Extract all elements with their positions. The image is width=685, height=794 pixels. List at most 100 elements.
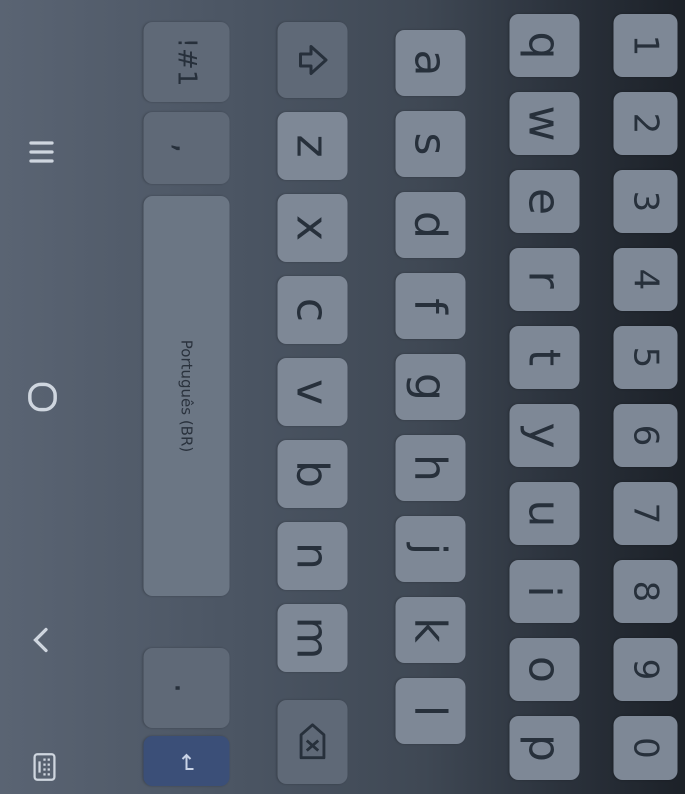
enter-icon	[174, 749, 198, 773]
letter-row-3: z x c v b n m	[277, 0, 347, 794]
key-l[interactable]: l	[395, 678, 465, 744]
key-u[interactable]: u	[509, 482, 579, 545]
key-label: e	[518, 187, 570, 216]
key-label: y	[518, 422, 570, 449]
backspace-icon	[297, 722, 327, 762]
key-0[interactable]: 0	[613, 716, 677, 780]
key-label: r	[518, 270, 570, 289]
key-label: z	[286, 134, 338, 158]
key-label: n	[286, 542, 338, 570]
key-label: 0	[625, 737, 665, 759]
key-label: 6	[625, 424, 665, 447]
key-d[interactable]: d	[395, 192, 465, 258]
key-b[interactable]: b	[277, 440, 347, 508]
key-h[interactable]: h	[395, 435, 465, 501]
letter-row-2: a s d f g h j k l	[395, 0, 465, 794]
key-label: w	[518, 105, 570, 142]
key-r[interactable]: r	[509, 248, 579, 311]
key-label: s	[404, 132, 456, 156]
key-k[interactable]: k	[395, 597, 465, 663]
key-t[interactable]: t	[509, 326, 579, 389]
chevron-down-icon	[23, 622, 59, 658]
key-label: f	[404, 298, 456, 314]
key-g[interactable]: g	[395, 354, 465, 420]
recent-apps-icon	[23, 134, 59, 170]
key-2[interactable]: 2	[613, 92, 677, 155]
backspace-key[interactable]	[277, 700, 347, 784]
number-row: 1 2 3 4 5 6 7 8 9 0	[613, 0, 677, 794]
spacebar[interactable]: Português (BR)	[143, 196, 229, 596]
keyboard-switch-button[interactable]	[21, 744, 67, 790]
key-s[interactable]: s	[395, 111, 465, 177]
key-label: h	[404, 454, 456, 482]
key-4[interactable]: 4	[613, 248, 677, 311]
key-label: u	[518, 499, 570, 528]
home-icon	[23, 378, 61, 416]
comma-label: ,	[166, 142, 206, 154]
key-label: d	[404, 211, 456, 239]
screen: 1 2 3 4 5 6 7 8 9 0 q w e r t y u i o p …	[0, 0, 685, 794]
key-6[interactable]: 6	[613, 404, 677, 467]
key-label: j	[404, 542, 456, 556]
key-label: 8	[625, 580, 665, 603]
key-n[interactable]: n	[277, 522, 347, 590]
key-3[interactable]: 3	[613, 170, 677, 233]
key-label: b	[286, 460, 338, 488]
spacebar-language-label: Português (BR)	[177, 339, 195, 453]
period-key[interactable]: .	[143, 648, 229, 728]
keyboard-icon	[27, 750, 61, 784]
key-a[interactable]: a	[395, 30, 465, 96]
key-5[interactable]: 5	[613, 326, 677, 389]
home-button[interactable]	[15, 370, 69, 424]
symbols-key[interactable]: !#1	[143, 22, 229, 102]
key-label: 9	[625, 658, 665, 681]
key-o[interactable]: o	[509, 638, 579, 701]
key-9[interactable]: 9	[613, 638, 677, 701]
key-label: 4	[625, 268, 665, 291]
key-x[interactable]: x	[277, 194, 347, 262]
key-label: x	[286, 214, 338, 242]
key-label: v	[286, 378, 338, 406]
key-label: 5	[625, 346, 665, 369]
key-7[interactable]: 7	[613, 482, 677, 545]
key-c[interactable]: c	[277, 276, 347, 344]
letter-row-1: q w e r t y u i o p	[509, 0, 579, 794]
key-p[interactable]: p	[509, 716, 579, 780]
key-label: 7	[625, 502, 665, 525]
bottom-row: !#1 , Português (BR) .	[143, 0, 229, 794]
key-label: l	[404, 704, 456, 718]
key-q[interactable]: q	[509, 14, 579, 77]
key-y[interactable]: y	[509, 404, 579, 467]
key-v[interactable]: v	[277, 358, 347, 426]
shift-icon	[294, 42, 330, 78]
key-label: 1	[625, 34, 665, 57]
key-1[interactable]: 1	[613, 14, 677, 77]
recent-apps-button[interactable]	[15, 126, 67, 178]
key-label: o	[518, 656, 570, 683]
key-label: 3	[625, 190, 665, 213]
key-label: i	[518, 585, 570, 598]
key-label: k	[404, 617, 456, 643]
key-w[interactable]: w	[509, 92, 579, 155]
shift-key[interactable]	[277, 22, 347, 98]
key-j[interactable]: j	[395, 516, 465, 582]
symbols-label: !#1	[171, 37, 201, 87]
key-8[interactable]: 8	[613, 560, 677, 623]
keyboard: 1 2 3 4 5 6 7 8 9 0 q w e r t y u i o p …	[0, 0, 685, 794]
key-label: m	[286, 616, 338, 660]
key-label: t	[518, 348, 570, 367]
key-label: c	[286, 297, 338, 323]
key-i[interactable]: i	[509, 560, 579, 623]
enter-key[interactable]	[143, 736, 229, 786]
hide-keyboard-button[interactable]	[15, 614, 67, 666]
key-m[interactable]: m	[277, 604, 347, 672]
key-e[interactable]: e	[509, 170, 579, 233]
key-f[interactable]: f	[395, 273, 465, 339]
key-label: q	[518, 31, 570, 60]
comma-key[interactable]: ,	[143, 112, 229, 184]
key-z[interactable]: z	[277, 112, 347, 180]
period-label: .	[166, 682, 206, 694]
navigation-bar	[0, 0, 95, 794]
key-label: a	[404, 49, 456, 77]
key-label: g	[404, 373, 456, 401]
